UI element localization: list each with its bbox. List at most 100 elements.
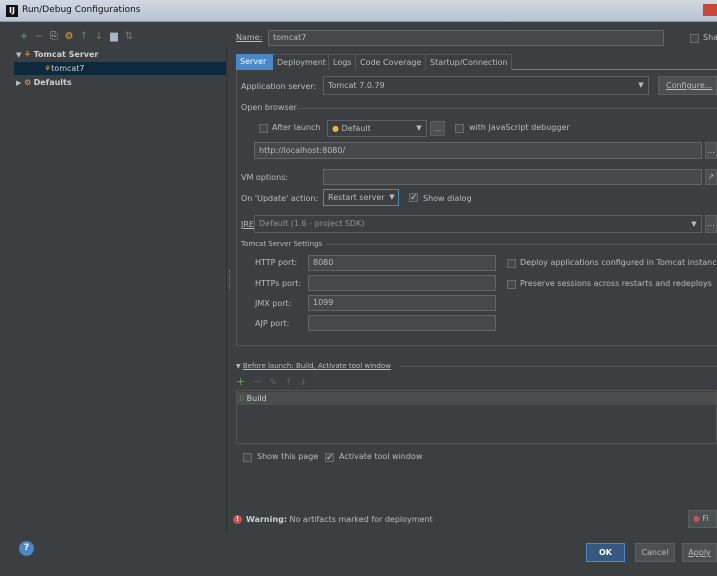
chevron-down-icon: ▼ <box>691 220 697 228</box>
warning-message: Warning: No artifacts marked for deploym… <box>246 513 433 527</box>
before-launch-list[interactable]: ⁝⁝ Build <box>236 390 717 444</box>
name-label: Name: <box>236 33 263 42</box>
https-port-label: HTTPs port: <box>255 279 302 288</box>
expand-right-icon: ▶ <box>16 79 22 87</box>
before-launch-toolbar: + − ✎ ↑ ↓ <box>236 375 336 388</box>
vm-options-field[interactable] <box>323 169 702 185</box>
warning-bold: Warning: <box>246 515 287 524</box>
help-icon: ? <box>23 543 30 553</box>
tree-item-defaults[interactable]: ▶ ⚙ Defaults <box>16 76 226 89</box>
before-launch-label: Before launch: Build, Activate tool wind… <box>242 362 391 370</box>
before-launch-header[interactable]: ▼ Before launch: Build, Activate tool wi… <box>236 359 391 374</box>
http-port-label: HTTP port: <box>255 258 298 267</box>
tree-label-tomcat7: tomcat7 <box>51 64 85 73</box>
cancel-button-label: Cancel <box>641 548 669 557</box>
tab-server[interactable]: Server <box>236 54 273 70</box>
fix-button-label: Fi <box>702 514 709 523</box>
close-window-button[interactable] <box>703 4 717 16</box>
activate-tool-window-label: Activate tool window <box>339 452 423 461</box>
configure-button-label: Configure... <box>666 81 713 90</box>
remove-icon[interactable]: − <box>33 31 45 43</box>
expand-down-icon: ▼ <box>236 363 241 370</box>
jre-browse-button[interactable]: … <box>705 215 717 233</box>
chrome-icon: ● <box>332 124 339 133</box>
url-field[interactable]: http://localhost:8080/ <box>254 142 702 159</box>
configuration-tree[interactable]: ▼ ⚘ Tomcat Server ⚘tomcat7 ▶ ⚙ Defaults <box>14 46 227 533</box>
before-launch-separator <box>400 366 717 367</box>
https-port-field[interactable] <box>308 275 496 291</box>
ajp-port-field[interactable] <box>308 315 496 331</box>
edit-task-icon[interactable]: ✎ <box>270 378 278 388</box>
apply-button[interactable]: Apply <box>682 543 717 562</box>
share-label: Sha <box>703 33 717 42</box>
jmx-port-field[interactable]: 1099 <box>308 295 496 311</box>
browser-browse-button[interactable]: ... <box>430 121 445 136</box>
app-server-label: Application server: <box>241 82 317 91</box>
show-dialog-checkbox[interactable]: ✓ <box>409 193 418 203</box>
deploy-apps-checkbox[interactable] <box>507 259 516 268</box>
cancel-button[interactable]: Cancel <box>635 543 675 562</box>
ok-button-label: OK <box>599 548 612 557</box>
app-server-value: Tomcat 7.0.79 <box>328 81 385 90</box>
list-item[interactable]: ⁝⁝ Build <box>237 392 716 405</box>
apply-button-label: Apply <box>688 548 711 557</box>
remove-task-icon[interactable]: − <box>253 375 262 388</box>
edit-defaults-icon[interactable]: ⚙ <box>63 31 75 43</box>
move-down-icon[interactable]: ↓ <box>300 378 308 388</box>
move-up-icon[interactable]: ↑ <box>78 31 90 43</box>
preserve-sessions-checkbox[interactable] <box>507 280 516 289</box>
js-debugger-checkbox[interactable] <box>455 124 464 133</box>
vm-options-label: VM options: <box>241 173 289 182</box>
defaults-icon: ⚙ <box>23 78 32 87</box>
tab-startup-connection[interactable]: Startup/Connection <box>426 54 512 70</box>
tomcat-settings-label: Tomcat Server Settings <box>241 240 323 248</box>
before-launch-item-label: Build <box>246 394 267 403</box>
tab-deployment[interactable]: Deployment <box>273 54 329 70</box>
ok-button[interactable]: OK <box>586 543 625 562</box>
deploy-apps-label: Deploy applications configured in Tomcat… <box>520 258 717 267</box>
lightbulb-icon: ● <box>693 514 700 523</box>
add-task-icon[interactable]: + <box>236 375 245 388</box>
chevron-down-icon: ▼ <box>389 193 395 201</box>
tab-code-coverage[interactable]: Code Coverage <box>356 54 426 70</box>
name-field[interactable]: tomcat7 <box>268 30 664 46</box>
http-port-field[interactable]: 8080 <box>308 255 496 271</box>
warning-icon: ! <box>233 515 242 524</box>
tab-strip: Server Deployment Logs Code Coverage Startup… <box>236 54 717 70</box>
tab-logs[interactable]: Logs <box>329 54 356 70</box>
activate-tool-window-checkbox[interactable]: ✓ <box>325 453 334 463</box>
folder-icon[interactable]: ▆ <box>108 31 120 43</box>
browser-select[interactable]: ● Default ▼ <box>327 120 427 137</box>
on-update-select[interactable]: Restart server ▼ <box>323 189 399 206</box>
tomcat-icon: ⚘ <box>23 50 32 59</box>
left-toolbar: + − ⎘ ⚙ ↑ ↓ ▆ ⇅ <box>18 31 158 45</box>
jre-select[interactable]: Default (1.6 - project SDK) ▼ <box>254 215 702 233</box>
vm-options-expand-button[interactable]: ↗ <box>705 169 717 185</box>
url-browse-button[interactable]: … <box>705 142 717 159</box>
tomcat-settings-separator <box>326 244 717 245</box>
configure-button[interactable]: Configure... <box>658 76 717 95</box>
browser-value: Default <box>341 124 371 133</box>
build-icon: ⁝⁝ <box>239 394 245 403</box>
ellipsis-label: ... <box>433 124 442 133</box>
expand-down-icon: ▼ <box>16 51 22 59</box>
splitter-handle[interactable] <box>229 270 232 290</box>
after-launch-checkbox[interactable] <box>259 124 268 133</box>
add-icon[interactable]: + <box>18 31 30 43</box>
show-page-checkbox[interactable] <box>243 453 252 462</box>
move-down-icon[interactable]: ↓ <box>93 31 105 43</box>
copy-icon[interactable]: ⎘ <box>48 31 60 43</box>
fix-button[interactable]: ● Fi <box>688 510 717 528</box>
help-button[interactable]: ? <box>19 541 34 556</box>
show-dialog-label: Show dialog <box>423 194 472 203</box>
move-up-icon[interactable]: ↑ <box>285 378 293 388</box>
tree-item-tomcat7[interactable]: ⚘tomcat7 <box>14 62 226 75</box>
share-checkbox[interactable] <box>690 34 699 43</box>
sort-icon[interactable]: ⇅ <box>123 31 135 43</box>
jre-value: Default (1.6 - project SDK) <box>259 219 365 228</box>
on-update-label: On 'Update' action: <box>241 194 319 203</box>
chevron-down-icon: ▼ <box>416 124 422 132</box>
jmx-port-label: JMX port: <box>255 299 292 308</box>
tree-item-tomcat-server[interactable]: ▼ ⚘ Tomcat Server <box>16 48 226 61</box>
app-server-select[interactable]: Tomcat 7.0.79 ▼ <box>323 76 649 95</box>
